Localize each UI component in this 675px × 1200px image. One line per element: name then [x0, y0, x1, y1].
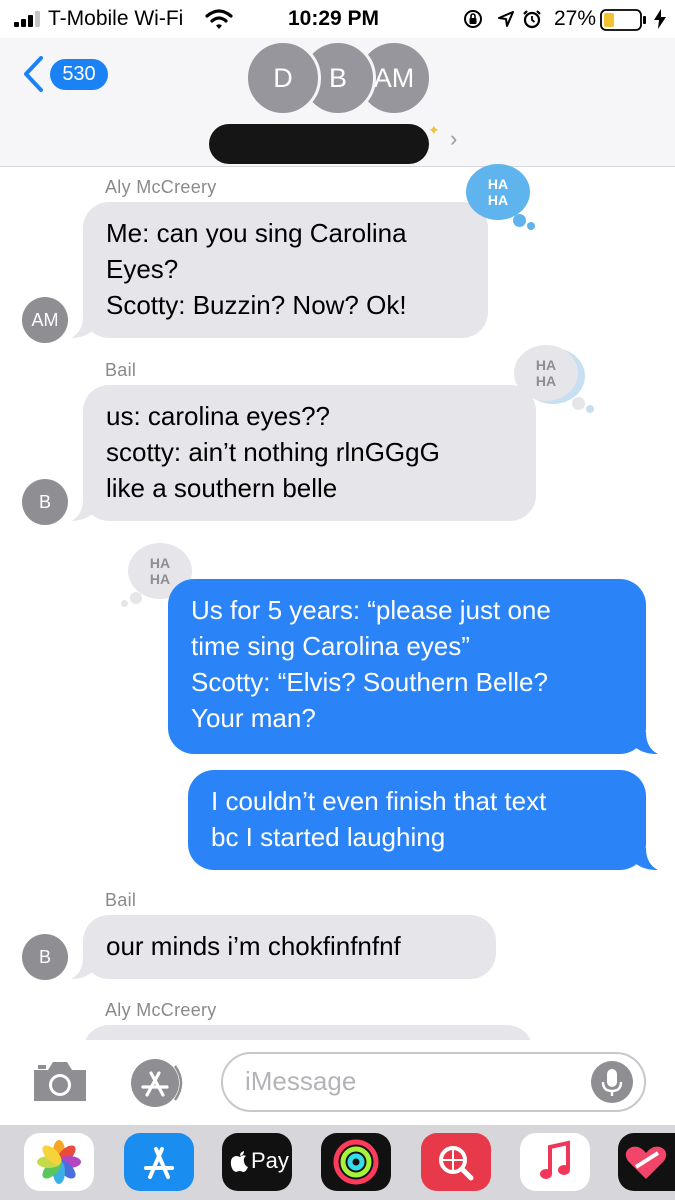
message-bubble-received[interactable]: Me: can you sing Carolina Eyes? Scotty: …: [83, 202, 488, 338]
message-line: I couldn’t even finish that text: [211, 786, 547, 816]
status-bar: T-Mobile Wi-Fi 10:29 PM 27%: [0, 0, 675, 38]
signal-icon: [14, 11, 44, 27]
sender-name: Aly McCreery: [105, 177, 217, 197]
apple-pay-icon[interactable]: Pay: [222, 1133, 292, 1191]
activity-icon[interactable]: [321, 1133, 391, 1191]
battery-percent: 27%: [554, 7, 597, 30]
message-line: Me: can you sing Carolina: [106, 218, 407, 248]
dictation-mic-icon[interactable]: [590, 1060, 634, 1104]
web-search-icon[interactable]: [421, 1133, 491, 1191]
message-bubble-received[interactable]: us: carolina eyes?? scotty: ain’t nothin…: [83, 385, 536, 521]
sender-name: Bail: [105, 360, 137, 380]
unread-count-badge[interactable]: 530: [50, 59, 108, 90]
tapback-dot: [586, 405, 594, 413]
group-avatar-d[interactable]: D: [245, 40, 321, 116]
photos-icon[interactable]: [24, 1133, 94, 1191]
redacted-group-name[interactable]: [209, 124, 429, 164]
music-icon[interactable]: [520, 1133, 590, 1191]
haha-tapback-icon[interactable]: HA HA: [514, 345, 578, 401]
message-line: Eyes?: [106, 254, 179, 284]
tapback-dot: [121, 600, 128, 607]
message-line: bc I started laughing: [211, 822, 446, 852]
message-input-placeholder: iMessage: [245, 1066, 357, 1096]
haha-tapback-icon[interactable]: HA HA: [466, 164, 530, 220]
sparkle-icon: ✦: [428, 122, 440, 138]
camera-icon[interactable]: [30, 1058, 90, 1104]
tapback-dot: [130, 592, 142, 604]
bubble-tail: [71, 957, 93, 979]
tapback-dot: [572, 397, 585, 410]
bubble-tail: [634, 732, 658, 754]
chevron-right-icon[interactable]: ›: [450, 126, 457, 152]
tapback-dot: [513, 214, 526, 227]
message-line: like a southern belle: [106, 473, 338, 503]
message-line: our minds i’m chokfinfnfnf: [106, 931, 401, 961]
avatar[interactable]: B: [22, 934, 68, 980]
bubble-tail: [71, 499, 93, 521]
message-line: Us for 5 years: “please just one: [191, 595, 551, 625]
message-bubble-sent[interactable]: I couldn’t even finish that text bc I st…: [188, 770, 646, 870]
message-line: Scotty: Buzzin? Now? Ok!: [106, 290, 407, 320]
wifi-icon: [205, 8, 233, 30]
conversation-header: 530 AM B D ✦ ›: [0, 38, 675, 167]
location-icon: [497, 10, 515, 28]
sender-name: Aly McCreery: [105, 1000, 217, 1020]
back-chevron-icon[interactable]: [22, 56, 44, 92]
alarm-icon: [522, 9, 542, 29]
message-line: Scotty: “Elvis? Southern Belle?: [191, 667, 548, 697]
orientation-lock-icon: [463, 9, 483, 29]
message-bubble-sent[interactable]: Us for 5 years: “please just one time si…: [168, 579, 646, 754]
app-store-drawer-icon[interactable]: [125, 1054, 191, 1112]
carrier-label: T-Mobile Wi-Fi: [48, 7, 184, 30]
message-line: Your man?: [191, 703, 316, 733]
sender-name: Bail: [105, 890, 137, 910]
avatar[interactable]: AM: [22, 297, 68, 343]
avatar[interactable]: B: [22, 479, 68, 525]
message-bubble-received[interactable]: our minds i’m chokfinfnfnf: [83, 915, 496, 979]
battery-icon: [600, 9, 648, 31]
bubble-tail: [71, 316, 93, 338]
clock: 10:29 PM: [288, 7, 380, 30]
message-line: us: carolina eyes??: [106, 401, 331, 431]
tapback-dot: [527, 222, 535, 230]
app-store-icon[interactable]: [124, 1133, 194, 1191]
charging-bolt-icon: [653, 9, 667, 29]
bubble-tail: [634, 848, 658, 870]
message-line: time sing Carolina eyes”: [191, 631, 470, 661]
heart-sticker-icon[interactable]: [618, 1133, 675, 1191]
message-line: scotty: ain’t nothing rlnGGgG: [106, 437, 440, 467]
apple-pay-label: Pay: [251, 1148, 289, 1173]
